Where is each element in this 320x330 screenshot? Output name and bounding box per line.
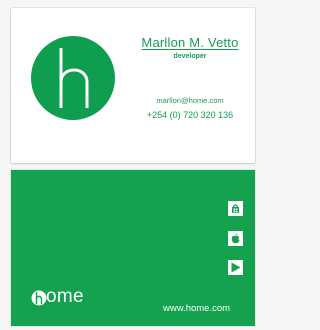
apple-store-icon <box>228 231 243 246</box>
h-monogram-small-icon <box>31 290 47 306</box>
card-front: Marllon M. Vetto developer marllon@home.… <box>11 8 255 163</box>
h-monogram-logo-icon <box>31 36 115 120</box>
email-text: marllon@home.com <box>156 96 224 105</box>
play-store-icon <box>228 260 243 275</box>
windows-store-icon <box>228 201 243 216</box>
brand-text: ome <box>46 286 84 307</box>
person-name: Marllon M. Vetto <box>141 35 239 50</box>
business-card-mockup: Marllon M. Vetto developer marllon@home.… <box>0 0 258 330</box>
person-role: developer <box>173 53 207 60</box>
phone-text: +254 (0) 720 320 136 <box>146 110 234 120</box>
card-back: ome www.home.com <box>11 170 255 326</box>
website-text: www.home.com <box>163 303 231 314</box>
